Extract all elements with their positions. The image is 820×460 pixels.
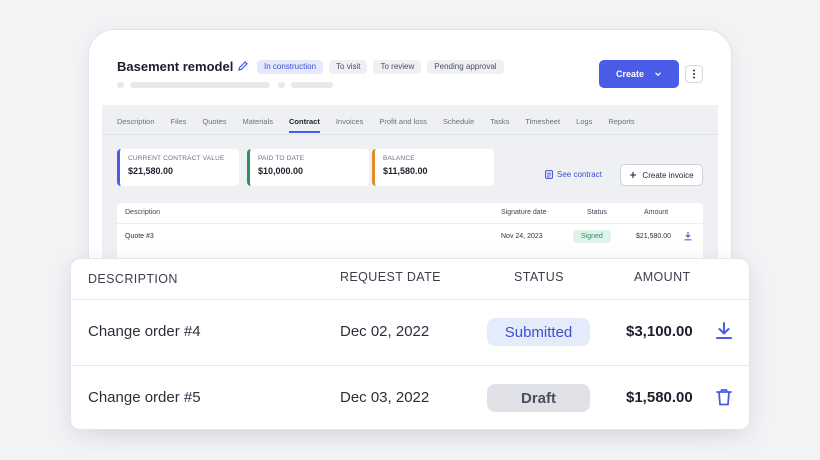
- tab-profit-and-loss[interactable]: Profit and loss: [379, 117, 427, 133]
- card-balance: BALANCE $11,580.00: [372, 149, 494, 186]
- row-amount: $1,580.00: [626, 389, 693, 406]
- column-header-description: Description: [125, 209, 161, 216]
- card-value: $11,580.00: [383, 166, 428, 176]
- row-request-date: Dec 02, 2022: [340, 323, 430, 340]
- status-chip-pending-approval[interactable]: Pending approval: [427, 60, 504, 74]
- column-header-description: DESCRIPTION: [88, 272, 178, 286]
- tab-materials[interactable]: Materials: [243, 117, 273, 133]
- edit-pencil-icon[interactable]: [237, 60, 249, 72]
- skeleton-dot: [278, 82, 285, 88]
- row-amount: $21,580.00: [636, 233, 672, 240]
- card-label: PAID TO DATE: [258, 155, 305, 162]
- tab-logs[interactable]: Logs: [576, 117, 592, 133]
- project-title: Basement remodel: [117, 59, 234, 74]
- column-header-status: STATUS: [514, 270, 564, 284]
- see-contract-label: See contract: [557, 170, 602, 179]
- download-icon[interactable]: [683, 231, 693, 241]
- create-invoice-button[interactable]: Create invoice: [620, 164, 703, 186]
- skeleton-dot: [117, 82, 124, 88]
- row-signature-date: Nov 24, 2023: [501, 233, 543, 240]
- skeleton-line: [291, 82, 333, 88]
- column-header-request-date: REQUEST DATE: [340, 270, 441, 284]
- card-paid-to-date: PAID TO DATE $10,000.00: [247, 149, 369, 186]
- status-chips: In construction To visit To review Pendi…: [257, 60, 504, 74]
- row-description: Change order #5: [88, 389, 201, 406]
- column-header-status: Status: [587, 209, 607, 216]
- chevron-down-icon: [655, 72, 661, 77]
- table-divider: [117, 223, 703, 224]
- column-header-signature-date: Signature date: [501, 209, 547, 216]
- status-badge-draft: Draft: [487, 384, 590, 412]
- tab-schedule[interactable]: Schedule: [443, 117, 474, 133]
- plus-icon: [630, 172, 637, 178]
- row-amount: $3,100.00: [626, 323, 693, 340]
- tab-reports[interactable]: Reports: [608, 117, 634, 133]
- status-chip-to-review[interactable]: To review: [373, 60, 422, 74]
- trash-icon[interactable]: [714, 387, 734, 407]
- tab-tasks[interactable]: Tasks: [490, 117, 509, 133]
- create-button[interactable]: Create: [599, 60, 679, 88]
- status-badge-signed: Signed: [573, 230, 611, 243]
- project-body: Description Files Quotes Materials Contr…: [102, 105, 718, 260]
- create-button-label: Create: [615, 69, 644, 79]
- project-tabs: Description Files Quotes Materials Contr…: [117, 117, 651, 133]
- change-orders-panel: DESCRIPTION REQUEST DATE STATUS AMOUNT C…: [70, 258, 750, 430]
- see-contract-link[interactable]: See contract: [545, 170, 602, 179]
- table-divider: [71, 299, 749, 300]
- tab-description[interactable]: Description: [117, 117, 155, 133]
- skeleton-line: [130, 82, 270, 88]
- card-value: $21,580.00: [128, 166, 174, 176]
- download-icon[interactable]: [714, 321, 734, 341]
- status-chip-in-construction[interactable]: In construction: [257, 60, 324, 74]
- app-screen: Basement remodel In construction To visi…: [102, 44, 718, 260]
- contract-table: Description Signature date Status Amount…: [117, 203, 703, 260]
- more-options-button[interactable]: [685, 65, 703, 83]
- document-icon: [545, 170, 553, 179]
- column-header-amount: AMOUNT: [634, 270, 691, 284]
- tab-quotes[interactable]: Quotes: [202, 117, 226, 133]
- row-request-date: Dec 03, 2022: [340, 389, 430, 406]
- tab-timesheet[interactable]: Timesheet: [525, 117, 560, 133]
- card-value: $10,000.00: [258, 166, 304, 176]
- status-badge-submitted: Submitted: [487, 318, 590, 346]
- table-divider: [71, 365, 749, 366]
- row-description: Quote #3: [125, 233, 154, 240]
- create-invoice-label: Create invoice: [642, 170, 694, 180]
- tabs-divider: [102, 134, 718, 135]
- tab-files[interactable]: Files: [171, 117, 187, 133]
- card-label: BALANCE: [383, 155, 415, 162]
- project-header: Basement remodel In construction To visi…: [102, 44, 718, 105]
- row-description: Change order #4: [88, 323, 201, 340]
- card-label: CURRENT CONTRACT VALUE: [128, 155, 225, 162]
- kebab-menu-icon: [693, 69, 695, 79]
- status-chip-to-visit[interactable]: To visit: [329, 60, 368, 74]
- card-current-contract-value: CURRENT CONTRACT VALUE $21,580.00: [117, 149, 239, 186]
- column-header-amount: Amount: [644, 209, 669, 216]
- tab-contract[interactable]: Contract: [288, 117, 320, 133]
- tab-invoices[interactable]: Invoices: [336, 117, 364, 133]
